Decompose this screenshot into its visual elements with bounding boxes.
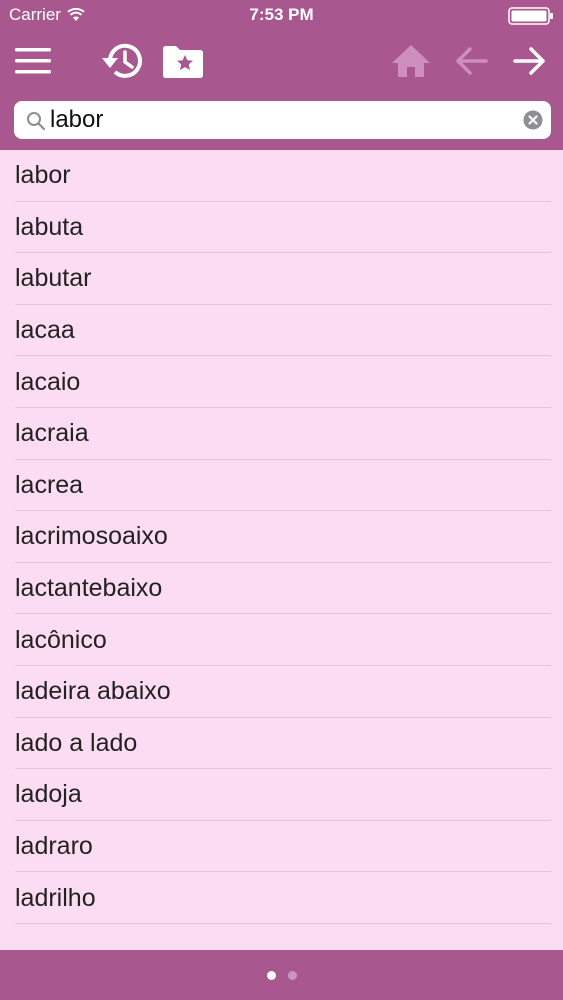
- list-item[interactable]: lacônico: [0, 614, 563, 666]
- list-item[interactable]: ladoja: [0, 769, 563, 821]
- list-item[interactable]: lacraia: [0, 408, 563, 460]
- list-item-label: ladoja: [15, 780, 82, 809]
- search-input[interactable]: [50, 101, 520, 139]
- list-item[interactable]: lacrea: [0, 460, 563, 512]
- list-item-label: labutar: [15, 264, 92, 293]
- list-item-label: lacrimosoaixo: [15, 522, 168, 551]
- list-item-label: lactantebaixo: [15, 574, 163, 603]
- list-item-label: lado a lado: [15, 728, 138, 757]
- list-item[interactable]: lactantebaixo: [0, 563, 563, 615]
- list-item[interactable]: ladeira abaixo: [0, 666, 563, 718]
- menu-button[interactable]: [10, 36, 56, 86]
- word-list: labor labuta labutar lacaa lacaio lacrai…: [0, 150, 563, 950]
- list-item[interactable]: labor: [0, 150, 563, 202]
- list-item[interactable]: labutar: [0, 253, 563, 305]
- search-bar: [14, 101, 551, 139]
- favorites-folder-icon: [163, 46, 203, 78]
- list-item[interactable]: labuta: [0, 202, 563, 254]
- back-arrow-icon: [456, 47, 488, 75]
- battery-icon: [508, 7, 553, 25]
- back-button[interactable]: [450, 36, 492, 86]
- list-item-label: lacaa: [15, 316, 75, 345]
- list-item[interactable]: lacrimosoaixo: [0, 511, 563, 563]
- status-time: 7:53 PM: [249, 5, 314, 24]
- list-item-label: ladeira abaixo: [15, 677, 171, 706]
- list-item-label: lacrea: [15, 470, 84, 499]
- bottom-bar: [0, 950, 563, 1000]
- status-bar: Carrier 7:53 PM: [0, 0, 563, 30]
- top-bar: Carrier 7:53 PM: [0, 0, 563, 150]
- list-item[interactable]: ladraro: [0, 821, 563, 873]
- list-item-label: labor: [15, 161, 71, 190]
- list-item-label: lacônico: [15, 625, 107, 654]
- list-item[interactable]: lado a lado: [0, 718, 563, 770]
- history-icon: [102, 43, 142, 78]
- page-indicator-dot-1[interactable]: [266, 970, 276, 980]
- search-icon: [27, 112, 46, 131]
- list-item-label: lacraia: [15, 419, 89, 448]
- forward-button[interactable]: [508, 36, 552, 86]
- clear-search-icon[interactable]: [523, 110, 543, 130]
- list-item[interactable]: ladrilho: [0, 872, 563, 924]
- list-item[interactable]: lacaa: [0, 305, 563, 357]
- page-indicator-dot-2[interactable]: [287, 970, 297, 980]
- menu-icon: [15, 48, 51, 74]
- list-item-label: ladrilho: [15, 883, 96, 912]
- forward-arrow-icon: [513, 47, 545, 75]
- favorites-button[interactable]: [160, 36, 206, 86]
- list-item-label: ladraro: [15, 832, 93, 861]
- home-button[interactable]: [388, 36, 434, 86]
- list-item-label: labuta: [15, 212, 84, 241]
- history-button[interactable]: [98, 36, 148, 86]
- home-icon: [392, 45, 430, 77]
- list-item-label: lacaio: [15, 367, 81, 396]
- list-item[interactable]: lacaio: [0, 356, 563, 408]
